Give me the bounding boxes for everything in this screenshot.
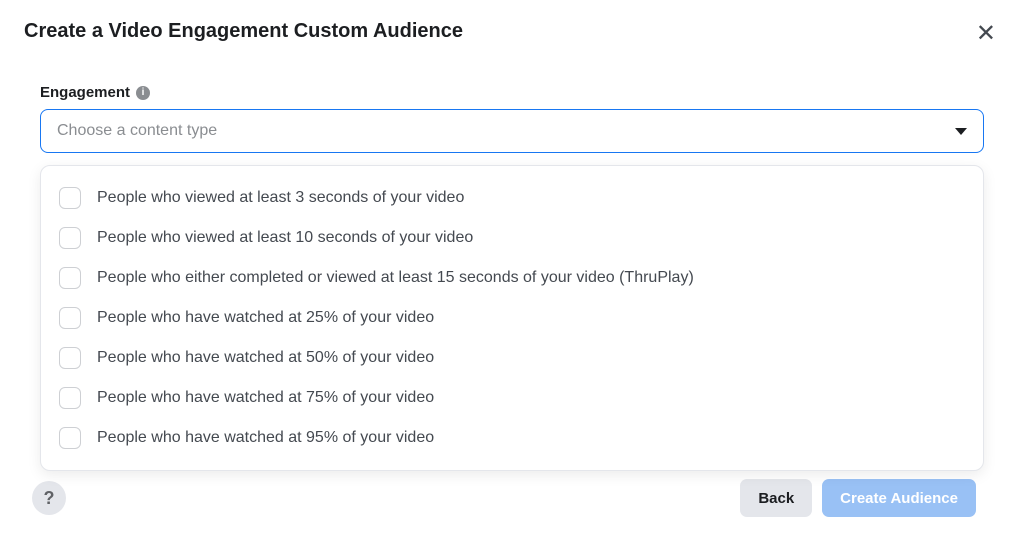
- close-button[interactable]: ✕: [972, 20, 1000, 48]
- modal-header: Create a Video Engagement Custom Audienc…: [24, 20, 1000, 48]
- content-type-placeholder: Choose a content type: [57, 122, 217, 140]
- option-95-percent[interactable]: People who have watched at 95% of your v…: [49, 418, 975, 458]
- info-icon[interactable]: i: [136, 86, 150, 100]
- checkbox-icon: [59, 227, 81, 249]
- option-thruplay[interactable]: People who either completed or viewed at…: [49, 258, 975, 298]
- option-3-seconds[interactable]: People who viewed at least 3 seconds of …: [49, 178, 975, 218]
- modal-title: Create a Video Engagement Custom Audienc…: [24, 20, 463, 43]
- modal-content: Engagement i Choose a content type Peopl…: [24, 84, 1000, 471]
- checkbox-icon: [59, 347, 81, 369]
- option-50-percent[interactable]: People who have watched at 50% of your v…: [49, 338, 975, 378]
- back-button[interactable]: Back: [740, 479, 812, 517]
- engagement-label-row: Engagement i: [40, 84, 984, 101]
- checkbox-icon: [59, 307, 81, 329]
- footer-actions: Back Create Audience: [740, 479, 976, 517]
- option-25-percent[interactable]: People who have watched at 25% of your v…: [49, 298, 975, 338]
- modal-footer: ? Back Create Audience: [24, 471, 1000, 527]
- checkbox-icon: [59, 187, 81, 209]
- help-button[interactable]: ?: [32, 481, 66, 515]
- checkbox-icon: [59, 387, 81, 409]
- option-label: People who have watched at 95% of your v…: [97, 429, 434, 447]
- help-icon: ?: [44, 488, 55, 509]
- option-label: People who have watched at 25% of your v…: [97, 309, 434, 327]
- option-label: People who viewed at least 10 seconds of…: [97, 229, 473, 247]
- option-label: People who viewed at least 3 seconds of …: [97, 189, 464, 207]
- content-type-select[interactable]: Choose a content type: [40, 109, 984, 153]
- content-type-dropdown: People who viewed at least 3 seconds of …: [40, 165, 984, 471]
- checkbox-icon: [59, 427, 81, 449]
- checkbox-icon: [59, 267, 81, 289]
- chevron-down-icon: [955, 128, 967, 135]
- option-label: People who have watched at 75% of your v…: [97, 389, 434, 407]
- option-10-seconds[interactable]: People who viewed at least 10 seconds of…: [49, 218, 975, 258]
- option-label: People who have watched at 50% of your v…: [97, 349, 434, 367]
- create-audience-button[interactable]: Create Audience: [822, 479, 976, 517]
- modal-create-video-engagement-audience: Create a Video Engagement Custom Audienc…: [0, 0, 1024, 546]
- close-icon: ✕: [976, 20, 996, 47]
- engagement-label: Engagement: [40, 84, 130, 101]
- option-label: People who either completed or viewed at…: [97, 269, 694, 287]
- option-75-percent[interactable]: People who have watched at 75% of your v…: [49, 378, 975, 418]
